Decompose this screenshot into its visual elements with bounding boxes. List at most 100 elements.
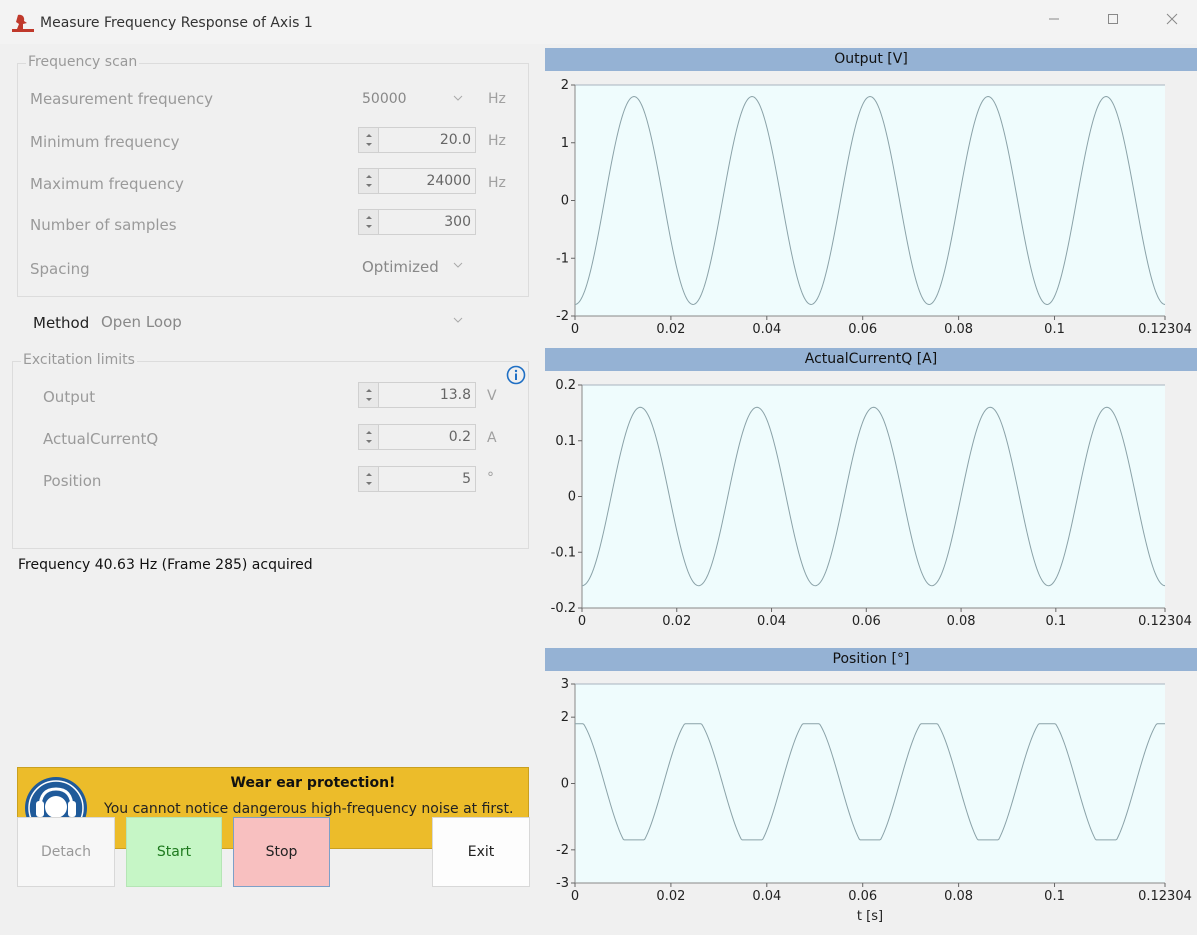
y-tick-label: 0	[561, 194, 569, 209]
spinner-arrows-icon[interactable]	[359, 210, 379, 234]
output-limit-unit: V	[487, 388, 497, 404]
exit-button[interactable]: Exit	[432, 817, 530, 887]
status-text: Frequency 40.63 Hz (Frame 285) acquired	[18, 557, 313, 573]
maximize-icon[interactable]	[1103, 12, 1123, 32]
x-tick-label: 0.08	[944, 889, 973, 904]
measurement-frequency-unit: Hz	[488, 91, 506, 107]
x-tick-label: 0.02	[656, 322, 685, 337]
x-tick-label: 0.06	[852, 614, 881, 629]
spacing-value: Optimized	[362, 258, 439, 276]
x-tick-label: 0.04	[752, 889, 781, 904]
spinner-arrows-icon[interactable]	[359, 383, 379, 407]
x-tick-label: 0.1	[1045, 614, 1066, 629]
output-limit-label: Output	[43, 388, 96, 406]
x-tick-label: 0.08	[944, 322, 973, 337]
maximum-frequency-spinbox[interactable]: 24000	[358, 168, 476, 194]
actual-current-q-limit-label: ActualCurrentQ	[43, 430, 159, 448]
output-limit-spinbox[interactable]: 13.8	[358, 382, 476, 408]
spinner-arrows-icon[interactable]	[359, 425, 379, 449]
x-tick-label: 0.12304	[1138, 614, 1192, 629]
measurement-frequency-value: 50000	[362, 91, 407, 107]
x-tick-label: 0	[571, 322, 579, 337]
number-of-samples-value: 300	[444, 214, 471, 230]
app-logo-icon	[12, 14, 34, 32]
y-tick-label: -3	[556, 876, 569, 891]
chevron-down-icon	[453, 317, 463, 323]
y-tick-label: 2	[561, 710, 569, 725]
info-icon[interactable]	[506, 365, 526, 385]
output-chart-title: Output [V]	[545, 48, 1197, 71]
y-tick-label: 3	[561, 677, 569, 692]
y-tick-label: -2	[556, 843, 569, 858]
minimize-icon[interactable]	[1044, 12, 1064, 32]
x-tick-label: 0.04	[752, 322, 781, 337]
maximum-frequency-label: Maximum frequency	[30, 175, 184, 193]
y-tick-label: 2	[561, 78, 569, 93]
output-limit-value: 13.8	[439, 387, 471, 403]
maximum-frequency-value: 24000	[426, 173, 471, 189]
x-tick-label: 0.12304	[1138, 889, 1192, 904]
output-chart: 0 0.02 0.04 0.06 0.08 0.1 0.12304 -2 -1 0 1 2	[556, 78, 1192, 337]
y-tick-label: -1	[556, 251, 569, 266]
y-tick-label: -0.2	[551, 601, 576, 616]
y-tick-label: 0.2	[555, 378, 576, 393]
actual-current-q-limit-spinbox[interactable]: 0.2	[358, 424, 476, 450]
y-tick-label: -2	[556, 309, 569, 324]
x-tick-label: 0.06	[848, 322, 877, 337]
actual-current-q-limit-value: 0.2	[448, 429, 471, 445]
actual-current-q-limit-unit: A	[487, 430, 497, 446]
measurement-frequency-label: Measurement frequency	[30, 90, 213, 108]
detach-button[interactable]: Detach	[17, 817, 115, 887]
number-of-samples-spinbox[interactable]: 300	[358, 209, 476, 235]
spacing-select[interactable]: Optimized	[358, 253, 472, 279]
position-limit-label: Position	[43, 472, 102, 490]
position-chart: 0 0.02 0.04 0.06 0.08 0.1 0.12304 -3 -2 0 2 3 t [s]	[556, 677, 1192, 924]
chevron-down-icon	[453, 95, 463, 101]
method-select[interactable]: Open Loop	[97, 308, 472, 334]
position-chart-title: Position [°]	[545, 648, 1197, 671]
x-tick-label: 0	[571, 889, 579, 904]
spacing-label: Spacing	[30, 260, 90, 278]
number-of-samples-label: Number of samples	[30, 216, 177, 234]
position-limit-value: 5	[462, 471, 471, 487]
method-value: Open Loop	[101, 313, 182, 331]
warning-title: Wear ear protection!	[230, 775, 396, 791]
chevron-down-icon	[453, 262, 463, 268]
position-limit-unit: °	[487, 470, 494, 486]
y-tick-label: 0.1	[555, 434, 576, 449]
warning-text: You cannot notice dangerous high-frequen…	[104, 801, 514, 817]
maximum-frequency-unit: Hz	[488, 175, 506, 191]
x-tick-label: 0.02	[662, 614, 691, 629]
x-tick-label: 0.02	[656, 889, 685, 904]
measurement-frequency-select[interactable]: 50000	[358, 86, 472, 112]
spinner-arrows-icon[interactable]	[359, 169, 379, 193]
window-title: Measure Frequency Response of Axis 1	[40, 15, 313, 31]
y-tick-label: 0	[568, 490, 576, 505]
x-tick-label: 0.12304	[1138, 322, 1192, 337]
x-tick-label: 0.04	[757, 614, 786, 629]
y-tick-label: 0	[561, 777, 569, 792]
charts-panel: Output [V] 0 0.02 0.04 0.06 0.08 0.1 0.12304 -2…	[545, 48, 1197, 935]
minimum-frequency-unit: Hz	[488, 133, 506, 149]
actual-current-q-chart: 0 0.02 0.04 0.06 0.08 0.1 0.12304 -0.2 -0.1 0 0.1 0…	[551, 378, 1192, 629]
excitation-limits-title: Excitation limits	[21, 352, 137, 368]
close-icon[interactable]	[1162, 12, 1182, 32]
minimum-frequency-spinbox[interactable]: 20.0	[358, 127, 476, 153]
y-tick-label: 1	[561, 136, 569, 151]
x-tick-label: 0	[578, 614, 586, 629]
x-axis-label: t [s]	[857, 909, 883, 924]
frequency-scan-title: Frequency scan	[26, 54, 140, 70]
spinner-arrows-icon[interactable]	[359, 128, 379, 152]
title-bar: Measure Frequency Response of Axis 1	[0, 0, 1197, 44]
actual-current-q-chart-title: ActualCurrentQ [A]	[545, 348, 1197, 371]
x-tick-label: 0.1	[1044, 889, 1065, 904]
method-label: Method	[33, 314, 90, 332]
start-button[interactable]: Start	[126, 817, 222, 887]
x-tick-label: 0.06	[848, 889, 877, 904]
x-tick-label: 0.08	[947, 614, 976, 629]
position-limit-spinbox[interactable]: 5	[358, 466, 476, 492]
minimum-frequency-value: 20.0	[439, 132, 471, 148]
settings-panel: Frequency scan Measurement frequency 500…	[0, 44, 540, 935]
spinner-arrows-icon[interactable]	[359, 467, 379, 491]
stop-button[interactable]: Stop	[233, 817, 330, 887]
